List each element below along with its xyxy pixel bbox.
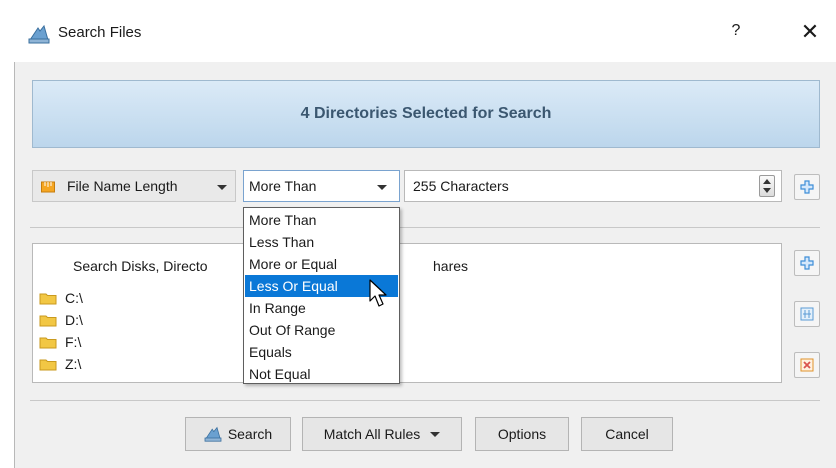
option-out-of-range[interactable]: Out Of Range (245, 319, 398, 341)
option-less-than[interactable]: Less Than (245, 231, 398, 253)
directory-list[interactable]: Search Disks, Directo hares C:\ D:\ F:\ … (32, 243, 782, 383)
search-button[interactable]: Search (185, 417, 291, 451)
option-more-than[interactable]: More Than (245, 209, 398, 231)
search-files-window: Search Files ? ✕ 4 Directories Selected … (0, 0, 836, 468)
folder-icon (39, 359, 57, 370)
folder-icon (39, 337, 57, 348)
list-item[interactable]: Z:\ (39, 354, 81, 374)
folder-icon (39, 293, 57, 304)
list-item-label: Z:\ (65, 356, 82, 372)
title-bar: Search Files ? ✕ (0, 0, 836, 62)
banner-text: 4 Directories Selected for Search (300, 105, 552, 122)
selection-banner: 4 Directories Selected for Search (32, 80, 820, 148)
rule-type-label: File Name Length (67, 178, 178, 194)
chevron-down-icon (377, 185, 387, 190)
grid-icon (800, 307, 814, 321)
plus-icon (800, 180, 814, 194)
edit-directory-button[interactable] (794, 301, 820, 327)
match-rules-label: Match All Rules (323, 426, 421, 442)
list-item-label: D:\ (65, 312, 83, 328)
plus-icon (800, 256, 814, 270)
list-header-right: hares (433, 258, 469, 274)
help-button[interactable]: ? (726, 22, 746, 44)
chevron-down-icon (430, 431, 441, 437)
cancel-button[interactable]: Cancel (581, 417, 673, 451)
cancel-button-label: Cancel (605, 426, 649, 442)
search-button-label: Search (227, 426, 273, 442)
disk-search-icon (28, 24, 50, 44)
option-not-equal[interactable]: Not Equal (245, 363, 398, 385)
disk-search-icon (204, 426, 222, 442)
value-spinner[interactable] (759, 175, 775, 197)
separator (30, 400, 820, 401)
value-input[interactable]: 255 Characters (404, 170, 782, 202)
close-button[interactable]: ✕ (796, 18, 824, 46)
chevron-down-icon (217, 185, 227, 190)
list-item-label: C:\ (65, 290, 83, 306)
option-more-or-equal[interactable]: More or Equal (245, 253, 398, 275)
rule-type-dropdown[interactable]: File Name Length (32, 170, 236, 202)
list-item-label: F:\ (65, 334, 82, 350)
remove-directory-button[interactable] (794, 352, 820, 378)
ruler-icon (41, 181, 55, 193)
window-title: Search Files (58, 24, 142, 41)
operator-dropdown[interactable]: More Than (243, 170, 400, 202)
option-equals[interactable]: Equals (245, 341, 398, 363)
spin-down-icon[interactable] (763, 188, 771, 193)
mouse-cursor-icon (369, 279, 387, 307)
separator (30, 227, 820, 228)
options-button[interactable]: Options (475, 417, 569, 451)
list-item[interactable]: C:\ (39, 288, 83, 308)
value-text: 255 Characters (413, 178, 509, 194)
list-item[interactable]: D:\ (39, 310, 83, 330)
add-rule-button[interactable] (794, 174, 820, 200)
list-header-left: Search Disks, Directo (73, 258, 208, 274)
folder-icon (39, 315, 57, 326)
add-directory-button[interactable] (794, 250, 820, 276)
options-button-label: Options (497, 426, 547, 442)
match-rules-dropdown[interactable]: Match All Rules (302, 417, 462, 451)
remove-icon (800, 358, 814, 372)
operator-selected: More Than (249, 178, 317, 194)
list-item[interactable]: F:\ (39, 332, 81, 352)
spin-up-icon[interactable] (763, 179, 771, 184)
